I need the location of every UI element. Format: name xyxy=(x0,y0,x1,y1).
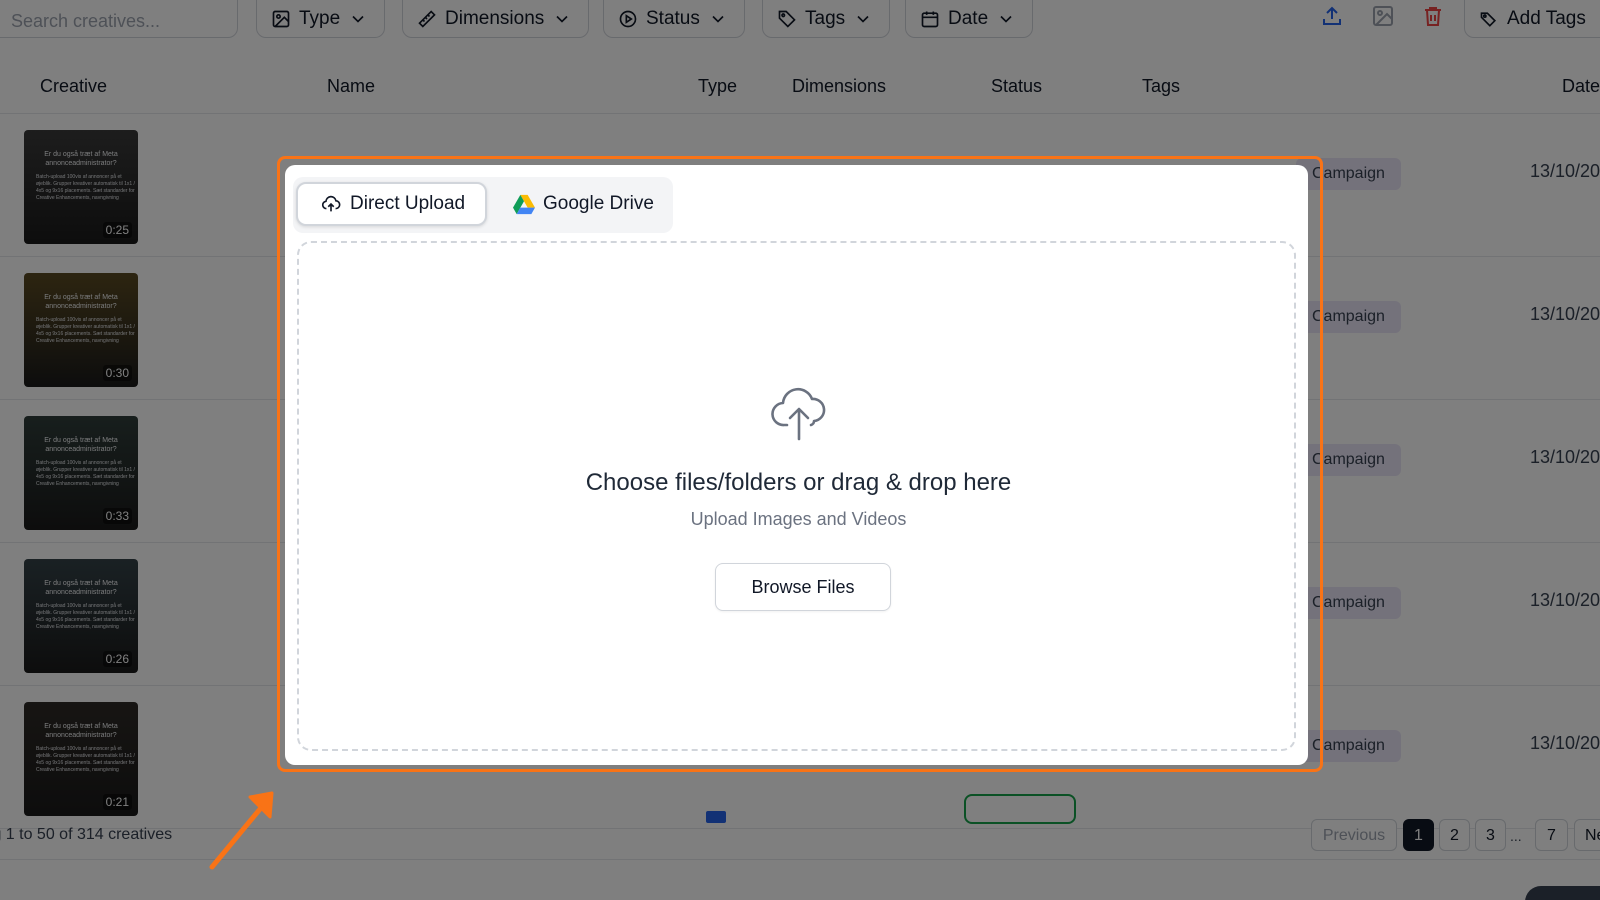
cloud-upload-icon xyxy=(771,387,826,441)
browse-files-button[interactable]: Browse Files xyxy=(715,563,891,611)
dropzone-subtitle: Upload Images and Videos xyxy=(690,509,907,529)
upload-source-tabs: Direct Upload Google Drive xyxy=(293,177,673,233)
annotation-arrow-icon xyxy=(209,791,274,870)
tab-label: Google Drive xyxy=(543,193,654,214)
google-drive-icon xyxy=(513,194,535,215)
dropzone-title: Choose files/folders or drag & drop here xyxy=(585,469,1012,496)
tab-direct-upload[interactable]: Direct Upload xyxy=(296,182,487,226)
file-dropzone[interactable]: Choose files/folders or drag & drop here… xyxy=(297,241,1296,751)
upload-modal: Direct Upload Google Drive Choose files/… xyxy=(285,165,1308,765)
cloud-upload-icon xyxy=(321,195,341,212)
tab-google-drive[interactable]: Google Drive xyxy=(505,182,670,226)
tab-label: Direct Upload xyxy=(350,193,466,214)
